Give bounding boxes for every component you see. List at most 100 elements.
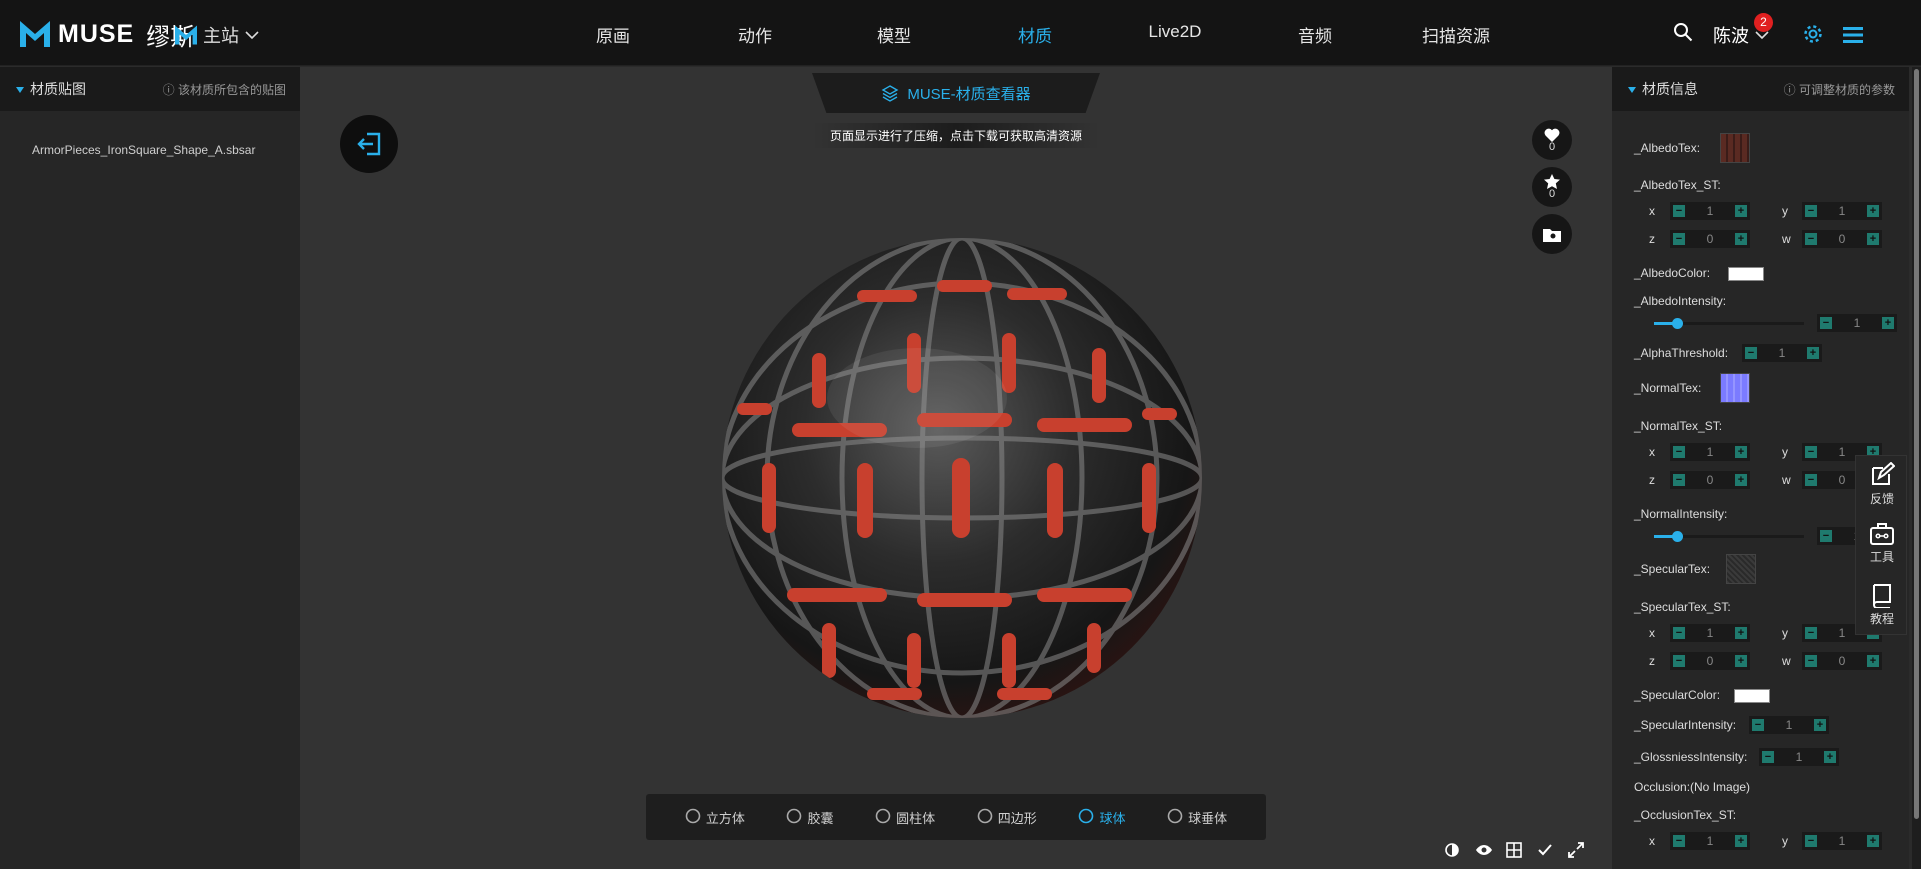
slider-knob[interactable] [1671, 531, 1683, 542]
texture-panel-title-wrap[interactable]: 材质贴图 [16, 79, 86, 99]
nav-item[interactable]: 动作 [738, 22, 772, 47]
material-sphere-preview[interactable] [717, 233, 1207, 723]
stepper-value[interactable]: 1 [1786, 718, 1793, 732]
stepper-value[interactable]: 1 [1707, 445, 1714, 459]
exit-button[interactable] [340, 115, 398, 173]
normal-tex-thumbnail[interactable] [1720, 373, 1750, 403]
increment-button[interactable]: + [1867, 205, 1879, 217]
stepper-value[interactable]: 0 [1707, 654, 1714, 668]
decrement-button[interactable]: − [1805, 655, 1817, 667]
stepper-value[interactable]: 1 [1839, 626, 1846, 640]
check-icon[interactable] [1537, 842, 1553, 858]
increment-button[interactable]: + [1735, 835, 1747, 847]
increment-button[interactable]: + [1867, 835, 1879, 847]
shape-option[interactable]: 胶囊 [786, 808, 833, 827]
stepper-value[interactable]: 0 [1707, 473, 1714, 487]
param-stepper[interactable]: − 0 + [1670, 652, 1750, 670]
like-button[interactable]: 0 [1532, 120, 1572, 160]
increment-button[interactable]: + [1867, 655, 1879, 667]
shape-option[interactable]: 立方体 [685, 808, 745, 827]
stepper-value[interactable]: 1 [1839, 834, 1846, 848]
eye-icon[interactable] [1475, 842, 1492, 858]
stepper-value[interactable]: 1 [1854, 316, 1861, 330]
albedo-color-swatch[interactable] [1728, 267, 1764, 281]
nav-item[interactable]: 扫描资源 [1422, 22, 1490, 47]
shape-option[interactable]: 圆柱体 [875, 808, 935, 827]
favorite-button[interactable]: 0 [1532, 167, 1572, 207]
specular-color-swatch[interactable] [1734, 689, 1770, 703]
decrement-button[interactable]: − [1805, 446, 1817, 458]
shape-option[interactable]: 球垂体 [1167, 808, 1227, 827]
decrement-button[interactable]: − [1805, 233, 1817, 245]
increment-button[interactable]: + [1735, 474, 1747, 486]
param-stepper[interactable]: − 1 + [1802, 202, 1882, 220]
param-stepper[interactable]: − 1 + [1802, 832, 1882, 850]
scrollbar-thumb[interactable] [1914, 69, 1919, 819]
nav-item[interactable]: 原画 [596, 22, 630, 47]
param-stepper[interactable]: − 0 + [1670, 230, 1750, 248]
increment-button[interactable]: + [1824, 751, 1836, 763]
nav-item[interactable]: 音频 [1298, 22, 1332, 47]
normal-intensity-slider[interactable] [1654, 531, 1804, 542]
decrement-button[interactable]: − [1762, 751, 1774, 763]
gear-icon[interactable] [1803, 24, 1823, 44]
stepper-value[interactable]: 1 [1707, 626, 1714, 640]
feedback-button[interactable]: 反馈 [1856, 462, 1908, 507]
nav-item[interactable]: Live2D [1149, 22, 1202, 42]
contrast-icon[interactable] [1444, 842, 1460, 858]
nav-item[interactable]: 材质 [1018, 22, 1052, 47]
decrement-button[interactable]: − [1673, 205, 1685, 217]
logo[interactable]: MUSE 缪斯 [20, 19, 194, 51]
stepper-value[interactable]: 0 [1839, 654, 1846, 668]
decrement-button[interactable]: − [1805, 627, 1817, 639]
increment-button[interactable]: + [1867, 233, 1879, 245]
decrement-button[interactable]: − [1673, 835, 1685, 847]
increment-button[interactable]: + [1882, 317, 1894, 329]
decrement-button[interactable]: − [1820, 530, 1832, 542]
decrement-button[interactable]: − [1752, 719, 1764, 731]
slider-knob[interactable] [1671, 318, 1683, 329]
param-stepper[interactable]: − 1 + [1817, 314, 1897, 332]
folder-button[interactable] [1532, 214, 1572, 254]
albedo-intensity-slider[interactable] [1654, 318, 1804, 329]
nav-item[interactable]: 模型 [877, 22, 911, 47]
decrement-button[interactable]: − [1745, 347, 1757, 359]
decrement-button[interactable]: − [1805, 474, 1817, 486]
tutorial-button[interactable]: 教程 [1856, 582, 1908, 627]
notification-badge[interactable]: 2 [1754, 13, 1773, 32]
page-scrollbar[interactable] [1912, 67, 1921, 869]
stepper-value[interactable]: 1 [1796, 750, 1803, 764]
increment-button[interactable]: + [1735, 233, 1747, 245]
decrement-button[interactable]: − [1673, 474, 1685, 486]
grid-icon[interactable] [1506, 842, 1522, 858]
albedo-tex-thumbnail[interactable] [1720, 133, 1750, 163]
increment-button[interactable]: + [1735, 205, 1747, 217]
shape-option[interactable]: 四边形 [977, 808, 1037, 827]
texture-file-item[interactable]: ArmorPieces_IronSquare_Shape_A.sbsar [32, 143, 255, 157]
param-stepper[interactable]: − 0 + [1670, 471, 1750, 489]
stepper-value[interactable]: 1 [1779, 346, 1786, 360]
param-stepper[interactable]: − 0 + [1802, 652, 1882, 670]
stepper-value[interactable]: 1 [1839, 445, 1846, 459]
specular-intensity-stepper[interactable]: − 1 + [1749, 716, 1829, 734]
decrement-button[interactable]: − [1805, 835, 1817, 847]
param-stepper[interactable]: − 1 + [1670, 832, 1750, 850]
stepper-value[interactable]: 1 [1707, 204, 1714, 218]
stepper-value[interactable]: 0 [1707, 232, 1714, 246]
increment-button[interactable]: + [1814, 719, 1826, 731]
specular-tex-thumbnail[interactable] [1726, 554, 1756, 584]
alpha-threshold-stepper[interactable]: − 1 + [1742, 344, 1822, 362]
increment-button[interactable]: + [1735, 627, 1747, 639]
search-icon[interactable] [1673, 22, 1693, 42]
decrement-button[interactable]: − [1673, 446, 1685, 458]
decrement-button[interactable]: − [1805, 205, 1817, 217]
material-info-title-wrap[interactable]: 材质信息 [1628, 79, 1698, 99]
glossiness-intensity-stepper[interactable]: − 1 + [1759, 748, 1839, 766]
increment-button[interactable]: + [1735, 655, 1747, 667]
decrement-button[interactable]: − [1673, 655, 1685, 667]
stepper-value[interactable]: 0 [1839, 473, 1846, 487]
stepper-value[interactable]: 1 [1839, 204, 1846, 218]
decrement-button[interactable]: − [1820, 317, 1832, 329]
fullscreen-icon[interactable] [1568, 842, 1584, 858]
tools-button[interactable]: 工具 [1856, 522, 1908, 565]
